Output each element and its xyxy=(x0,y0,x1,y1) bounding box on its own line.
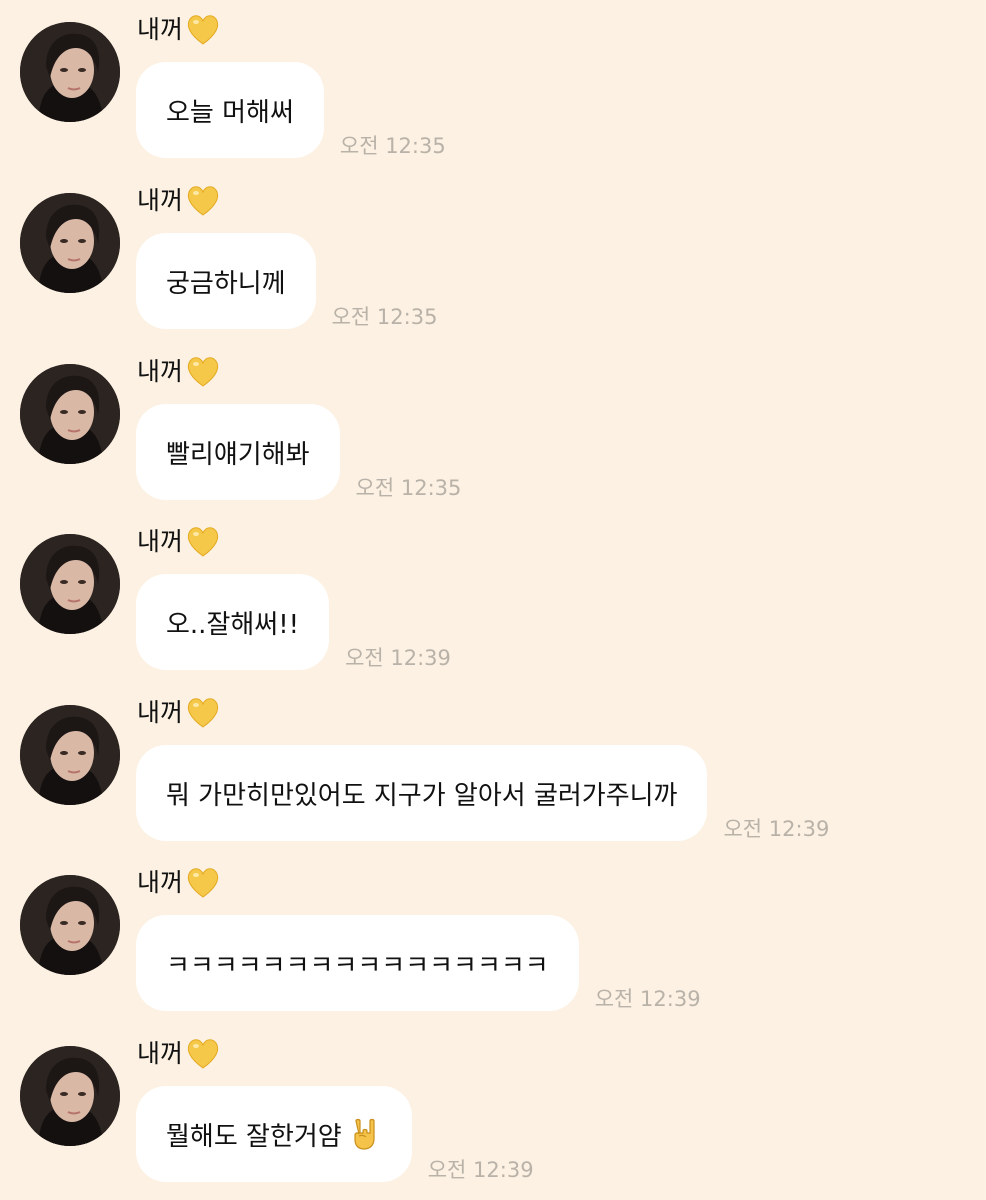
message-row: ㅋㅋㅋㅋㅋㅋㅋㅋㅋㅋㅋㅋㅋㅋㅋㅋ 오전 12:39 xyxy=(136,915,701,1011)
avatar[interactable] xyxy=(20,22,120,122)
sender-label: 내꺼 xyxy=(137,1039,184,1068)
message-bubble[interactable]: 뭘해도 잘한거얌 xyxy=(136,1086,412,1182)
sender-name: 내꺼 xyxy=(137,12,221,48)
avatar[interactable] xyxy=(20,875,120,975)
avatar[interactable] xyxy=(20,364,120,464)
message-bubble[interactable]: 뭐 가만히만있어도 지구가 알아서 굴러가주니까 xyxy=(136,745,708,841)
message-row: 오..잘해써!! 오전 12:39 xyxy=(136,574,451,670)
message-bubble[interactable]: ㅋㅋㅋㅋㅋㅋㅋㅋㅋㅋㅋㅋㅋㅋㅋㅋ xyxy=(136,915,579,1011)
message-time: 오전 12:35 xyxy=(355,476,462,500)
avatar[interactable] xyxy=(20,534,120,634)
message-time: 오전 12:39 xyxy=(345,646,451,670)
message-row: 빨리얘기해봐 오전 12:35 xyxy=(136,404,461,500)
sender-name: 내꺼 xyxy=(137,865,221,901)
message-group: 내꺼 오늘 머해써 오전 12:35 xyxy=(0,0,986,160)
message-bubble[interactable]: 오..잘해써!! xyxy=(136,574,330,670)
sender-name: 내꺼 xyxy=(137,695,221,731)
yellow-heart-icon xyxy=(185,12,221,48)
message-group: 내꺼 빨리얘기해봐 오전 12:35 xyxy=(0,342,986,502)
sender-label: 내꺼 xyxy=(137,15,184,44)
message-text: 뭘해도 잘한거얌 xyxy=(166,1121,342,1152)
message-group: 내꺼 궁금하니께 오전 12:35 xyxy=(0,171,986,331)
yellow-heart-icon xyxy=(185,1036,221,1072)
yellow-heart-icon xyxy=(185,865,221,901)
sender-label: 내꺼 xyxy=(137,698,184,727)
message-time: 오전 12:35 xyxy=(339,134,446,158)
sender-label: 내꺼 xyxy=(137,357,184,386)
message-group: 내꺼 오..잘해써!! 오전 12:39 xyxy=(0,512,986,672)
message-row: 오늘 머해써 오전 12:35 xyxy=(136,62,446,158)
message-text: 오..잘해써!! xyxy=(166,609,300,640)
sender-name: 내꺼 xyxy=(137,1036,221,1072)
sender-name: 내꺼 xyxy=(137,354,221,390)
message-time: 오전 12:35 xyxy=(331,305,438,329)
message-time: 오전 12:39 xyxy=(427,1158,534,1182)
message-group: 내꺼 ㅋㅋㅋㅋㅋㅋㅋㅋㅋㅋㅋㅋㅋㅋㅋㅋ 오전 12:39 xyxy=(0,853,986,1013)
sender-label: 내꺼 xyxy=(137,186,184,215)
avatar[interactable] xyxy=(20,193,120,293)
sender-name: 내꺼 xyxy=(137,524,221,560)
message-time: 오전 12:39 xyxy=(723,817,830,841)
message-text: 궁금하니께 xyxy=(166,268,286,299)
message-time: 오전 12:39 xyxy=(594,987,701,1011)
avatar[interactable] xyxy=(20,705,120,805)
message-text: 오늘 머해써 xyxy=(166,97,294,128)
message-text: 뭐 가만히만있어도 지구가 알아서 굴러가주니까 xyxy=(166,780,678,811)
message-bubble[interactable]: 궁금하니께 xyxy=(136,233,316,329)
sender-label: 내꺼 xyxy=(137,527,184,556)
message-row: 뭐 가만히만있어도 지구가 알아서 굴러가주니까 오전 12:39 xyxy=(136,745,829,841)
message-group: 내꺼 뭘해도 잘한거얌 오전 12:39 xyxy=(0,1024,986,1184)
message-row: 궁금하니께 오전 12:35 xyxy=(136,233,437,329)
message-text: 빨리얘기해봐 xyxy=(166,439,310,470)
yellow-heart-icon xyxy=(185,183,221,219)
sender-name: 내꺼 xyxy=(137,183,221,219)
yellow-heart-icon xyxy=(185,695,221,731)
message-text: ㅋㅋㅋㅋㅋㅋㅋㅋㅋㅋㅋㅋㅋㅋㅋㅋ xyxy=(166,950,549,981)
message-bubble[interactable]: 빨리얘기해봐 xyxy=(136,404,340,500)
yellow-heart-icon xyxy=(185,354,221,390)
sign-of-the-horns-icon xyxy=(350,1117,382,1151)
message-row: 뭘해도 잘한거얌 오전 12:39 xyxy=(136,1086,534,1182)
message-group: 내꺼 뭐 가만히만있어도 지구가 알아서 굴러가주니까 오전 12:39 xyxy=(0,683,986,843)
message-bubble[interactable]: 오늘 머해써 xyxy=(136,62,324,158)
yellow-heart-icon xyxy=(185,524,221,560)
sender-label: 내꺼 xyxy=(137,868,184,897)
avatar[interactable] xyxy=(20,1046,120,1146)
